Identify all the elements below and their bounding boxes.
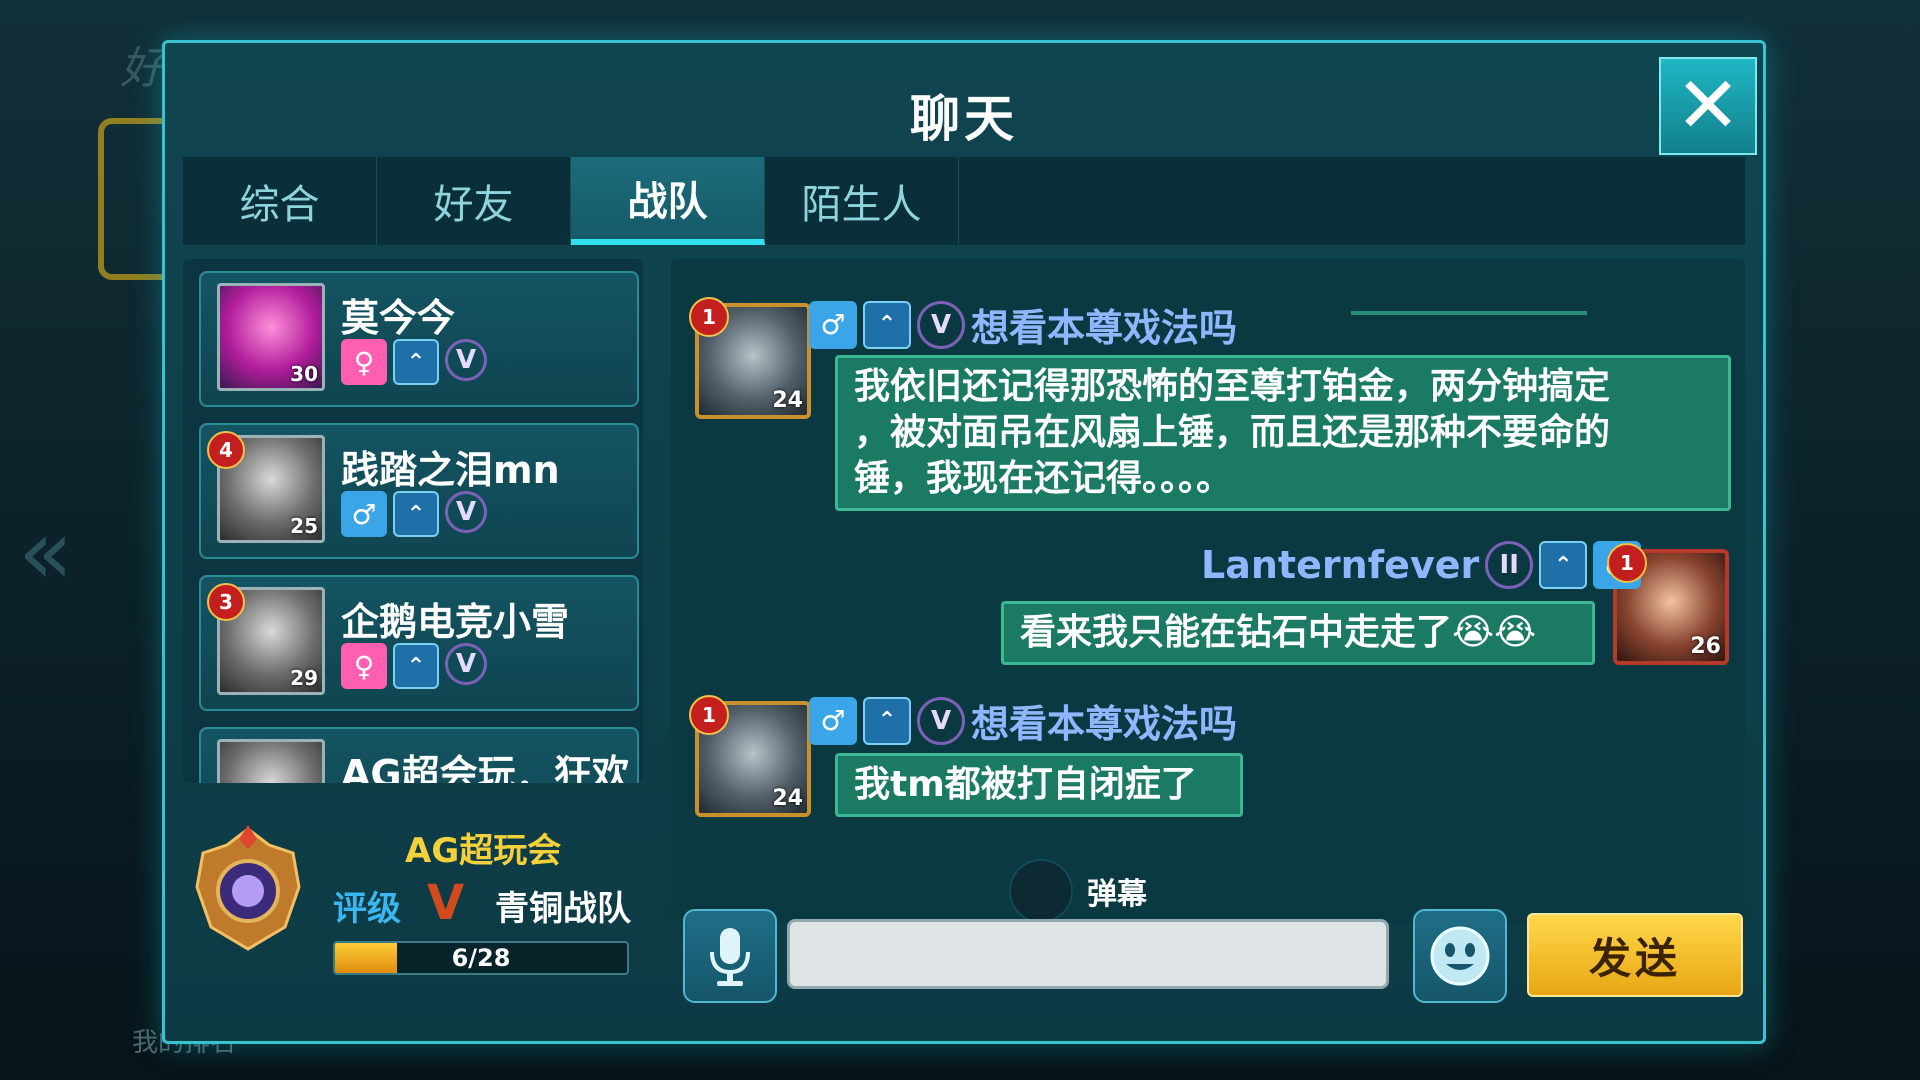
contact-item[interactable]: 30 莫今今 ♀ ⌃ V bbox=[199, 271, 639, 407]
vip-icon: V bbox=[917, 300, 965, 349]
team-name: AG超玩会 bbox=[405, 831, 562, 871]
male-icon: ♂ bbox=[809, 696, 857, 745]
avatar-level: 26 bbox=[1690, 634, 1721, 659]
contact-name: 企鹅电竞小雪 bbox=[341, 600, 570, 644]
avatar: 30 bbox=[217, 283, 325, 391]
contact-name: AG超会玩．狂欢 bbox=[341, 752, 630, 783]
contact-list[interactable]: 30 莫今今 ♀ ⌃ V 4 25 践踏之泪mn ♂ ⌃ V 3 29 企鹅电竞… bbox=[183, 259, 643, 783]
tab-team[interactable]: 战队 bbox=[571, 157, 765, 245]
back-arrow-icon: « bbox=[18, 500, 74, 605]
message-line: 看来我只能在钻石中走走了😭😭 bbox=[1020, 612, 1537, 653]
rank-badge: 1 bbox=[689, 297, 729, 337]
contact-name: 莫今今 bbox=[341, 296, 456, 340]
rank-badge: 3 bbox=[207, 583, 245, 621]
male-icon: ♂ bbox=[341, 491, 387, 537]
vip-icon: V bbox=[445, 643, 487, 685]
send-button[interactable]: 发送 bbox=[1527, 913, 1743, 997]
avatar[interactable]: 1 26 bbox=[1607, 543, 1729, 665]
contact-name: 践踏之泪mn bbox=[341, 448, 560, 492]
contact-item[interactable]: 4 25 践踏之泪mn ♂ ⌃ V bbox=[199, 423, 639, 559]
avatar-level: 24 bbox=[772, 786, 803, 811]
avatar-level: 24 bbox=[772, 388, 803, 413]
progress-text: 6/28 bbox=[451, 944, 511, 972]
chat-dialog: 聊天 ✕ 综合 好友 战队 陌生人 30 莫今今 ♀ ⌃ V 4 25 践踏之泪… bbox=[162, 40, 1766, 1044]
message-sender: Lanternfever II ⌃ ♂ bbox=[1201, 541, 1642, 589]
message-line: ，被对面吊在风扇上锤，而且还是那种不要命的 bbox=[854, 412, 1611, 453]
vip-icon: V bbox=[445, 491, 487, 533]
chat-tabs: 综合 好友 战队 陌生人 bbox=[183, 157, 1745, 245]
danmu-toggle-icon bbox=[1009, 859, 1073, 923]
avatar[interactable]: 1 24 bbox=[689, 297, 811, 419]
danmu-toggle[interactable]: 弹幕 bbox=[1009, 859, 1147, 923]
message-sender: ♂ ⌃ V 想看本尊戏法吗 bbox=[809, 693, 1237, 748]
avatar bbox=[217, 739, 325, 783]
male-icon: ♂ bbox=[809, 300, 857, 349]
female-icon: ♀ bbox=[341, 643, 387, 689]
sender-name: 想看本尊戏法吗 bbox=[971, 702, 1238, 746]
rank-icon: ⌃ bbox=[393, 339, 439, 385]
message-bubble: 我tm都被打自闭症了 bbox=[835, 753, 1243, 817]
rank-badge: 4 bbox=[207, 431, 245, 469]
rank-badge: 1 bbox=[1607, 543, 1647, 583]
vip-icon: V bbox=[917, 696, 965, 745]
bronze-tier-icon: V bbox=[427, 875, 465, 931]
vip-icon: V bbox=[445, 339, 487, 381]
vip-icon: II bbox=[1485, 541, 1534, 589]
rank-icon: ⌃ bbox=[863, 300, 911, 349]
chat-messages[interactable]: 1 24 ♂ ⌃ V 想看本尊戏法吗 我依旧还记得那恐怖的至尊打铂金，两分钟搞定… bbox=[671, 259, 1745, 923]
rank-icon: ⌃ bbox=[863, 696, 911, 745]
tab-general[interactable]: 综合 bbox=[183, 157, 377, 245]
close-icon: ✕ bbox=[1675, 61, 1741, 151]
contact-item[interactable]: 3 29 企鹅电竞小雪 ♀ ⌃ V bbox=[199, 575, 639, 711]
rank-icon: ⌃ bbox=[1539, 541, 1588, 589]
divider bbox=[1351, 311, 1587, 315]
message-sender: ♂ ⌃ V 想看本尊戏法吗 bbox=[809, 297, 1237, 352]
rank-icon: ⌃ bbox=[393, 643, 439, 689]
danmu-label: 弹幕 bbox=[1087, 877, 1147, 912]
avatar-level: 30 bbox=[290, 362, 318, 386]
emoji-icon bbox=[1430, 926, 1490, 986]
message-bubble: 看来我只能在钻石中走走了😭😭 bbox=[1001, 601, 1595, 665]
tab-strangers[interactable]: 陌生人 bbox=[765, 157, 959, 245]
rank-badge: 1 bbox=[689, 695, 729, 735]
message-line: 我tm都被打自闭症了 bbox=[854, 764, 1197, 805]
message-input[interactable] bbox=[787, 919, 1389, 989]
sender-name: Lanternfever bbox=[1201, 543, 1480, 587]
sender-name: 想看本尊戏法吗 bbox=[971, 306, 1238, 350]
team-emblem-icon bbox=[195, 825, 301, 951]
team-progress-bar: 6/28 bbox=[333, 941, 629, 975]
avatar-level: 25 bbox=[290, 514, 318, 538]
close-button[interactable]: ✕ bbox=[1659, 57, 1757, 155]
microphone-icon bbox=[710, 928, 750, 986]
tab-friends[interactable]: 好友 bbox=[377, 157, 571, 245]
rank-icon: ⌃ bbox=[393, 491, 439, 537]
team-tier: 青铜战队 bbox=[495, 889, 631, 929]
rating-label: 评级 bbox=[333, 889, 401, 929]
contact-item[interactable]: AG超会玩．狂欢 bbox=[199, 727, 639, 783]
message-line: 我依旧还记得那恐怖的至尊打铂金，两分钟搞定 bbox=[854, 366, 1611, 407]
dialog-title: 聊天 bbox=[910, 90, 1018, 148]
message-line: 锤，我现在还记得。。。。 bbox=[854, 458, 1233, 499]
emoji-button[interactable] bbox=[1413, 909, 1507, 1003]
voice-button[interactable] bbox=[683, 909, 777, 1003]
avatar-level: 29 bbox=[290, 666, 318, 690]
message-bubble: 我依旧还记得那恐怖的至尊打铂金，两分钟搞定 ，被对面吊在风扇上锤，而且还是那种不… bbox=[835, 355, 1731, 511]
avatar[interactable]: 1 24 bbox=[689, 695, 811, 817]
female-icon: ♀ bbox=[341, 339, 387, 385]
